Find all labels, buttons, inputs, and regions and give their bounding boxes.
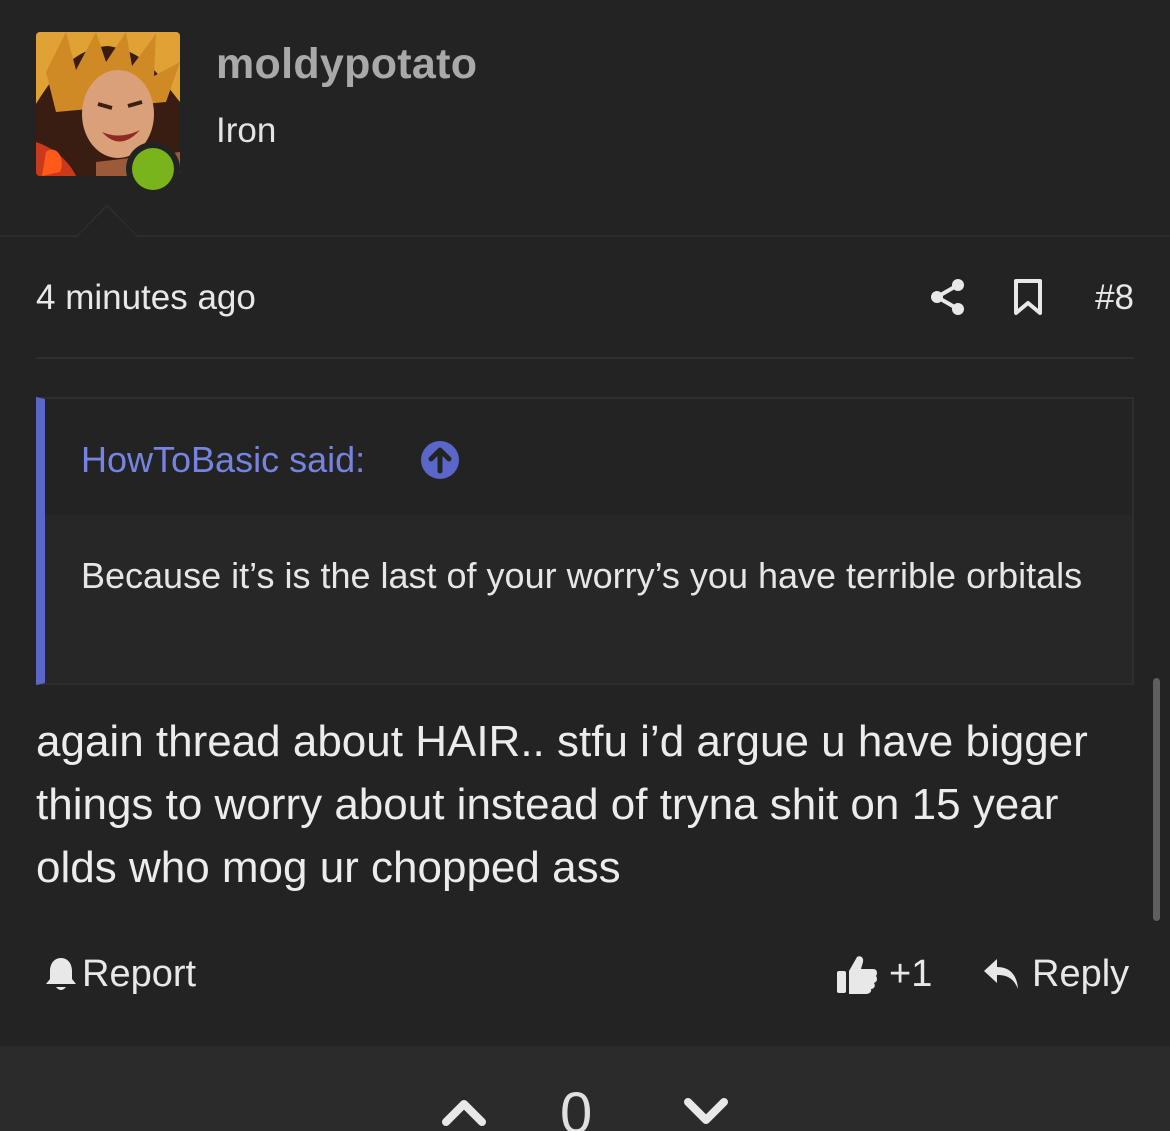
- bell-icon: [46, 958, 76, 990]
- online-status-indicator: [126, 142, 180, 196]
- jump-to-quote-icon[interactable]: [421, 441, 459, 479]
- scrollbar[interactable]: [1153, 678, 1160, 921]
- report-button[interactable]: Report: [44, 950, 196, 998]
- reply-icon: [984, 959, 1018, 989]
- vote-bar: 0: [0, 1046, 1170, 1131]
- reply-button[interactable]: Reply: [982, 950, 1129, 998]
- quote-author-link[interactable]: HowToBasic said:: [81, 439, 365, 481]
- post-meta: 4 minutes ago #8: [36, 260, 1134, 359]
- reply-label: Reply: [1032, 952, 1130, 995]
- vote-count: 0: [560, 1081, 593, 1131]
- post-timestamp[interactable]: 4 minutes ago: [36, 278, 256, 318]
- report-label: Report: [82, 952, 197, 995]
- share-icon[interactable]: [930, 278, 966, 316]
- quote-body: Because it’s is the last of your worry’s…: [81, 555, 1083, 596]
- upvote-chevron-icon[interactable]: [440, 1096, 488, 1126]
- post-number-link[interactable]: #8: [1095, 278, 1134, 318]
- like-count: +1: [889, 952, 933, 995]
- like-button[interactable]: +1: [835, 950, 932, 998]
- thumbs-up-icon: [837, 956, 878, 994]
- username[interactable]: moldypotato: [216, 40, 477, 89]
- bookmark-icon[interactable]: [1012, 278, 1044, 316]
- user-title: Iron: [216, 111, 277, 150]
- quote-header: HowToBasic said:: [45, 399, 1132, 515]
- downvote-chevron-icon[interactable]: [682, 1096, 730, 1126]
- quote-block: HowToBasic said: Because it’s is the las…: [36, 397, 1134, 685]
- header-pointer: [74, 204, 140, 238]
- post-user-header: moldypotato Iron: [0, 0, 1170, 238]
- post-message: again thread about HAIR.. stfu i’d argue…: [36, 717, 1088, 892]
